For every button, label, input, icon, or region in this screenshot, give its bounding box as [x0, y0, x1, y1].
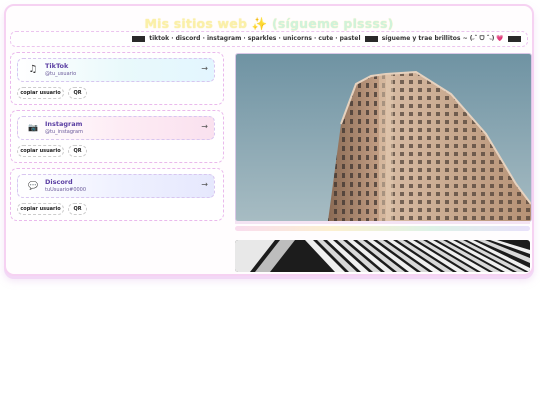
separator: · [202, 35, 205, 42]
separator: · [243, 35, 246, 42]
separator: · [335, 35, 338, 42]
link-pill-discord[interactable]: 💬 Discord tuUsuario#0000 → [17, 174, 215, 198]
speech-bubble-icon: 💬 [28, 181, 38, 190]
link-handle: tuUsuario#0000 [45, 187, 87, 193]
rainbow-divider [235, 226, 530, 231]
marquee-tail: sígueme y trae brillitos ~ (˶ˆ ᗜ ˆ˵) [381, 35, 495, 42]
qr-button[interactable]: QR [68, 87, 87, 99]
separator: · [314, 35, 317, 42]
link-card-discord: 💬 Discord tuUsuario#0000 → copiar usuari… [10, 168, 224, 221]
arrow-right-icon: → [201, 122, 208, 131]
marquee-item: pastel [339, 35, 361, 42]
copy-username-button[interactable]: copiar usuario [17, 203, 64, 215]
architecture-photo-image [235, 240, 530, 272]
page-title-main: Mis sitios web [144, 16, 248, 31]
building-photo-image [236, 54, 531, 221]
link-pill-tiktok[interactable]: ♫ TikTok @tu_usuario → [17, 58, 215, 82]
link-name: Instagram [45, 120, 83, 128]
sparkle-icon: ✨ [251, 16, 268, 31]
separator: · [278, 35, 281, 42]
arrow-right-icon: → [201, 180, 208, 189]
page-title: Mis sitios web ✨ (sígueme plssss) [6, 16, 532, 32]
block-decoration [364, 35, 378, 42]
marquee-item: unicorns [282, 35, 312, 42]
building-photo [235, 53, 532, 222]
link-pill-instagram[interactable]: 📷 Instagram @tu_instagram → [17, 116, 215, 140]
divider [235, 221, 530, 224]
marquee-item: cute [318, 35, 334, 42]
link-handle: @tu_usuario [45, 71, 77, 77]
separator: · [171, 35, 174, 42]
qr-button[interactable]: QR [68, 145, 87, 157]
link-card-instagram: 📷 Instagram @tu_instagram → copiar usuar… [10, 110, 224, 163]
copy-username-button[interactable]: copiar usuario [17, 87, 64, 99]
marquee-item: sparkles [247, 35, 277, 42]
copy-username-button[interactable]: copiar usuario [17, 145, 64, 157]
heart-icon: 💗 [496, 35, 504, 42]
block-decoration [508, 35, 521, 42]
link-handle: @tu_instagram [45, 129, 83, 135]
page-subtitle: (sígueme plssss) [272, 16, 394, 31]
marquee-banner: tiktok · discord · instagram · sparkles … [10, 31, 528, 47]
marquee-item: discord [175, 35, 201, 42]
link-card-tiktok: ♫ TikTok @tu_usuario → copiar usuario QR [10, 52, 224, 105]
arrow-right-icon: → [201, 64, 208, 73]
qr-button[interactable]: QR [68, 203, 87, 215]
marquee-item: tiktok [149, 35, 170, 42]
music-note-icon: ♫ [28, 64, 38, 75]
camera-icon: 📷 [28, 123, 38, 132]
architecture-photo [235, 240, 530, 272]
link-name: Discord [45, 178, 73, 186]
block-decoration [132, 35, 146, 42]
marquee-item: instagram [206, 35, 242, 42]
link-name: TikTok [45, 62, 69, 70]
